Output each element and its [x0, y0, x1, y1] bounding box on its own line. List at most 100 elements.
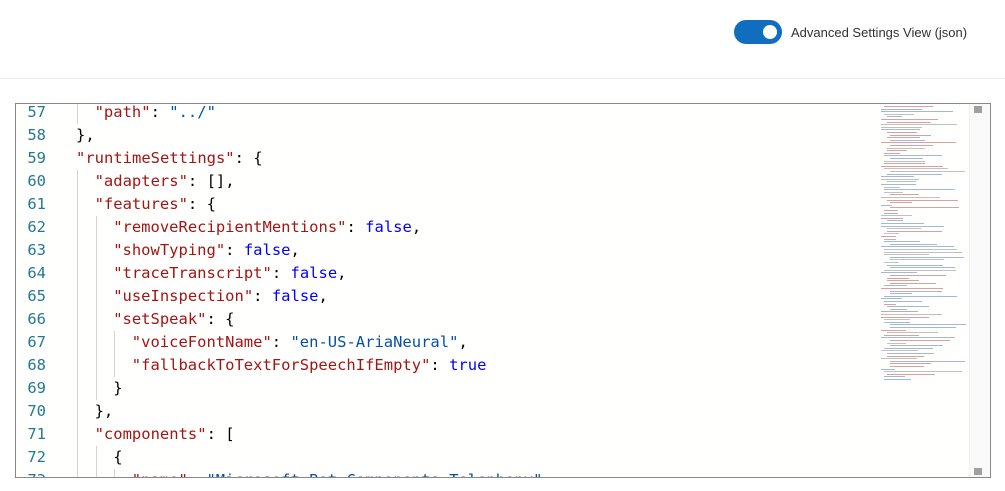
code-line[interactable]: 59 "runtimeSettings": { [16, 147, 876, 170]
minimap-line [881, 337, 956, 339]
minimap-line [890, 202, 912, 204]
minimap-line [890, 207, 960, 209]
minimap-line [884, 251, 962, 253]
minimap-line [890, 158, 923, 159]
code-token: : [271, 264, 291, 282]
minimap-line [887, 342, 907, 344]
code-line[interactable]: 62 "removeRecipientMentions": false, [16, 216, 876, 239]
code-line[interactable]: 66 "setSpeak": { [16, 308, 876, 331]
minimap-line [881, 223, 925, 224]
code-text: } [113, 377, 122, 400]
minimap-line [890, 243, 937, 245]
minimap-line [887, 147, 926, 149]
minimap-line [887, 137, 921, 139]
code-text: "features": { [95, 193, 216, 216]
json-editor[interactable]: 57 "path": "../" 58}, 59 "runtimeSettings": … [15, 103, 991, 478]
minimap-line [881, 119, 939, 120]
minimap-line [884, 113, 914, 115]
minimap-line [881, 184, 917, 185]
minimap-line [881, 215, 912, 217]
minimap-line [884, 233, 900, 235]
indent-guide [77, 193, 78, 216]
code-line[interactable]: 61 "features": { [16, 193, 876, 216]
minimap-line [884, 186, 901, 188]
code-line[interactable]: 63 "showTyping": false, [16, 239, 876, 262]
minimap-line [884, 269, 956, 271]
code-token: : [346, 218, 366, 236]
toggle-knob [763, 25, 777, 39]
advanced-settings-toggle[interactable]: Advanced Settings View (json) [734, 20, 967, 44]
indent-guide [95, 331, 97, 354]
indent-guide [77, 308, 78, 331]
code-token: : { [187, 195, 216, 213]
code-line[interactable]: 60 "adapters": [], [16, 170, 876, 193]
minimap-line [884, 319, 911, 321]
code-line[interactable]: 57 "path": "../" [16, 104, 876, 124]
code-line[interactable]: 68 "fallbackToTextForSpeechIfEmpty": true [16, 354, 876, 377]
line-number: 59 [27, 149, 46, 167]
minimap-line [890, 345, 943, 347]
minimap-line [887, 306, 929, 308]
line-number: 72 [27, 448, 46, 466]
scroll-down-arrow-icon[interactable] [974, 468, 982, 475]
minimap-line [887, 181, 916, 183]
minimap-line [884, 106, 934, 107]
minimap-line [887, 355, 924, 357]
toggle-label: Advanced Settings View (json) [791, 24, 968, 40]
minimap-line [884, 371, 963, 373]
minimap-line [881, 165, 943, 167]
indent-guide [77, 423, 78, 446]
code-line[interactable]: 70}, [16, 400, 876, 423]
minimap-line [890, 259, 945, 261]
code-line[interactable]: 72 { [16, 446, 876, 469]
line-number: 65 [27, 287, 46, 305]
minimap-line [881, 108, 923, 110]
minimap-line [881, 329, 906, 331]
indent-guide [77, 104, 78, 124]
code-line[interactable]: 73 "name": "Microsoft.Bot.Components.Tele… [16, 469, 876, 477]
minimap-line [887, 230, 942, 232]
code-text: "runtimeSettings": { [76, 147, 263, 170]
code-line[interactable]: 64 "traceTranscript": false, [16, 262, 876, 285]
indent-guide [77, 170, 78, 193]
line-number: 60 [27, 172, 46, 190]
code-token: { [113, 448, 123, 466]
toggle-switch[interactable] [734, 20, 782, 44]
minimap-line [881, 217, 903, 219]
code-text: "name": "Microsoft.Bot.Components.Teleph… [132, 469, 543, 477]
minimap-line [884, 191, 903, 193]
minimap-line [887, 353, 934, 354]
code-text: { [113, 446, 122, 469]
code-token: : [253, 287, 272, 305]
minimap-line [881, 124, 957, 126]
code-token: , [337, 264, 347, 282]
minimap-line [884, 347, 933, 349]
line-number: 66 [27, 310, 46, 328]
code-token: "Microsoft.Bot.Components.Telephony" [206, 471, 542, 477]
code-line[interactable]: 58}, [16, 124, 876, 147]
code-line[interactable]: 71 "components": [ [16, 423, 876, 446]
settings-header: Advanced Settings View (json) [0, 0, 1005, 79]
minimap-line [881, 111, 953, 113]
code-token: , [318, 287, 328, 305]
line-number: 71 [27, 425, 46, 443]
code-line[interactable]: 67 "voiceFontName": "en-US-AriaNeural", [16, 331, 876, 354]
code-line[interactable]: 65 "useInspection": false, [16, 285, 876, 308]
minimap-line [881, 298, 903, 300]
code-token: , [411, 218, 422, 236]
minimap-line [884, 334, 919, 336]
editor-minimap[interactable] [879, 104, 969, 477]
indent-guide [114, 469, 116, 477]
minimap-line [881, 236, 896, 237]
minimap-line [884, 301, 923, 302]
code-line[interactable]: 69} [16, 377, 876, 400]
minimap-line [887, 150, 907, 152]
minimap-line [884, 238, 897, 240]
code-token: "en-US-AriaNeural" [290, 333, 459, 351]
scroll-up-arrow-icon[interactable] [974, 106, 982, 113]
minimap-line [890, 290, 942, 292]
code-token: "components" [94, 425, 207, 443]
code-token: } [113, 379, 123, 397]
editor-scrollbar[interactable] [969, 104, 990, 477]
minimap-line [890, 267, 955, 269]
